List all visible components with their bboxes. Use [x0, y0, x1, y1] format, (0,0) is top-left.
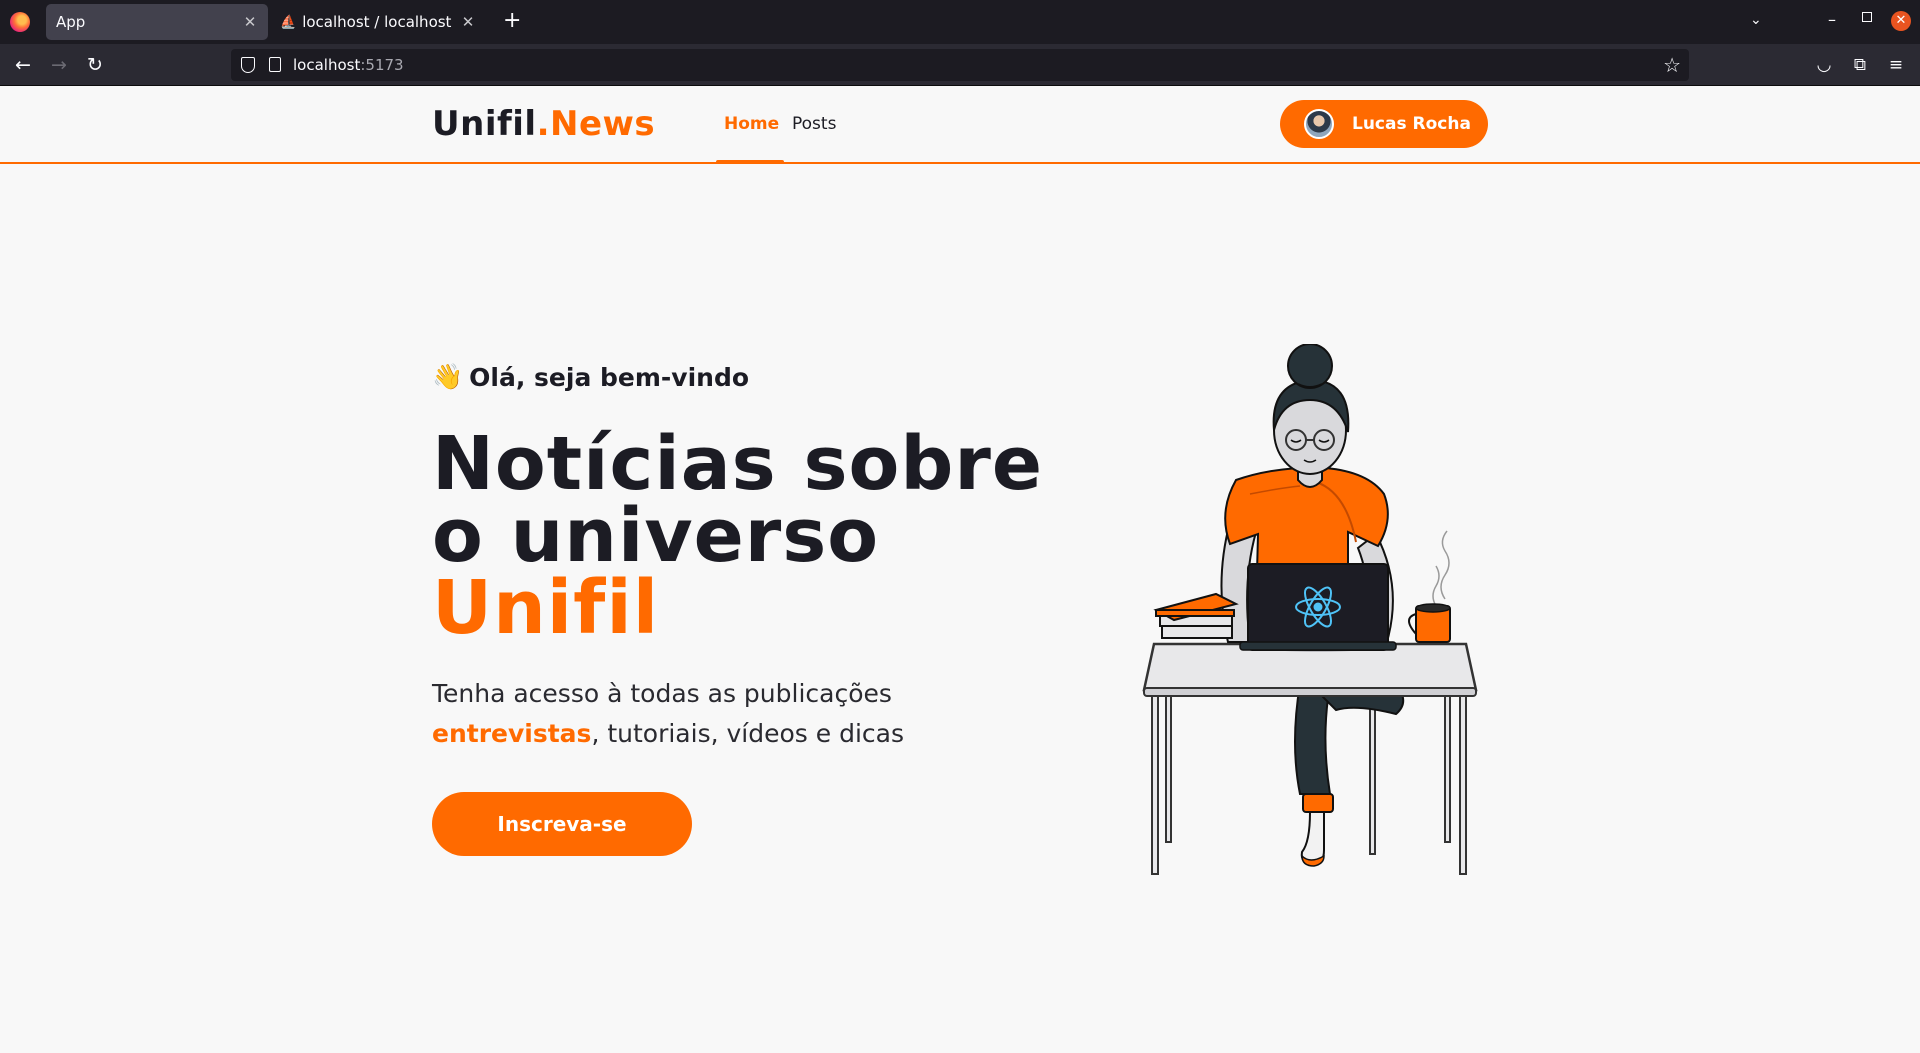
wave-emoji-icon: 👋 [432, 362, 464, 391]
user-name: Lucas Rocha [1352, 114, 1471, 134]
subtitle-rest: , tutoriais, vídeos e dicas [591, 719, 904, 748]
url-host: localhost [293, 56, 361, 74]
headline-line-2: o universo [432, 493, 880, 579]
avatar [1304, 109, 1334, 139]
user-profile-button[interactable]: Lucas Rocha [1280, 100, 1488, 148]
brand-accent: .News [536, 104, 656, 144]
browser-nav-bar: ← → ↻ localhost:5173 ☆ ◡ ⧉ ≡ [0, 44, 1920, 86]
firefox-icon[interactable] [10, 12, 30, 32]
plus-icon[interactable]: + [503, 9, 521, 33]
menu-icon[interactable]: ≡ [1885, 54, 1907, 76]
page: Unifil.News Home Posts Lucas Rocha 👋 Olá… [0, 86, 1920, 1053]
brand-main: Unifil [432, 104, 537, 144]
hero-illustration [1142, 344, 1478, 875]
greeting: 👋 Olá, seja bem-vindo [432, 362, 749, 392]
chevron-down-icon[interactable]: ⌄ [1750, 12, 1762, 28]
nav-active-indicator [716, 160, 784, 164]
extensions-icon[interactable]: ⧉ [1849, 54, 1871, 76]
url-text[interactable]: localhost:5173 [293, 56, 404, 74]
bookmark-star-icon[interactable]: ☆ [1663, 53, 1681, 77]
reload-icon[interactable]: ↻ [82, 52, 108, 78]
url-bar[interactable]: localhost:5173 ☆ [231, 49, 1689, 81]
nav-posts[interactable]: Posts [792, 114, 836, 134]
hero-subtitle: Tenha acesso à todas as publicações entr… [432, 674, 904, 754]
close-icon[interactable]: ✕ [456, 13, 480, 31]
headline-accent: Unifil [432, 565, 660, 651]
subtitle-line-1: Tenha acesso à todas as publicações [432, 679, 892, 708]
back-icon[interactable]: ← [10, 52, 36, 78]
nav-home[interactable]: Home [724, 114, 779, 134]
shield-icon[interactable] [241, 57, 255, 73]
page-icon[interactable] [269, 57, 281, 72]
url-port: :5173 [360, 56, 404, 74]
tab-phpmyadmin[interactable]: ⛵ localhost / localhost / cru ✕ [276, 4, 486, 40]
tab-title: App [56, 13, 86, 31]
forward-icon[interactable]: → [46, 52, 72, 78]
site-logo[interactable]: Unifil.News [432, 104, 655, 144]
browser-tab-bar: App ✕ ⛵ localhost / localhost / cru ✕ + … [0, 0, 1920, 44]
close-icon[interactable]: ✕ [238, 13, 262, 31]
headline-line-1: Notícias sobre [432, 421, 1044, 507]
hero-headline: Notícias sobre o universo Unifil [432, 421, 1044, 651]
phpmyadmin-icon: ⛵ [280, 14, 297, 30]
pocket-icon[interactable]: ◡ [1813, 54, 1835, 76]
subscribe-button[interactable]: Inscreva-se [432, 792, 692, 856]
maximize-icon[interactable] [1862, 12, 1872, 22]
tab-app[interactable]: App ✕ [46, 4, 268, 40]
minimize-icon[interactable]: – [1828, 10, 1836, 29]
greeting-text: Olá, seja bem-vindo [469, 362, 750, 392]
tab-title: localhost / localhost / cru [302, 13, 456, 31]
subtitle-emphasis: entrevistas [432, 719, 592, 748]
window-close-icon[interactable]: ✕ [1891, 11, 1911, 31]
site-header: Unifil.News Home Posts Lucas Rocha [0, 86, 1920, 164]
